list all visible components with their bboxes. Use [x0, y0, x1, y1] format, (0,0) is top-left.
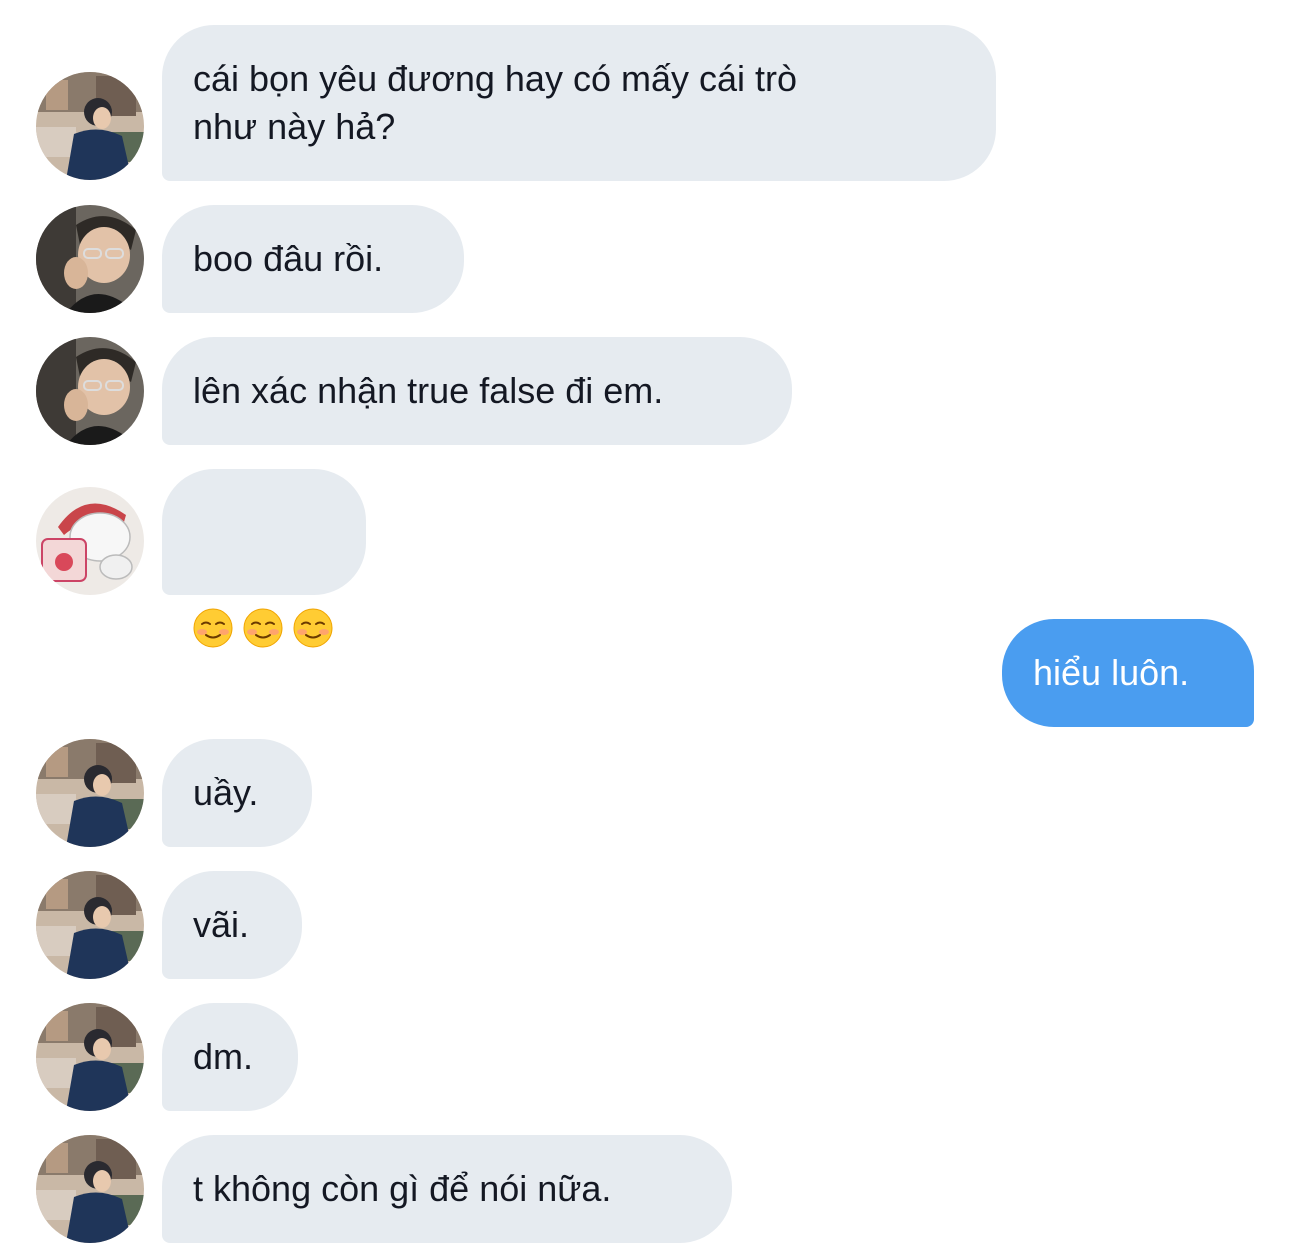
smiling-face-icon — [193, 608, 233, 648]
incoming-message-bubble[interactable]: vãi. — [162, 871, 302, 979]
incoming-message-bubble[interactable]: boo đâu rồi. — [162, 205, 464, 313]
avatar[interactable] — [36, 205, 144, 313]
avatar[interactable] — [36, 337, 144, 445]
incoming-message-bubble[interactable]: uầy. — [162, 739, 312, 847]
incoming-emoji-bubble[interactable] — [162, 469, 366, 648]
avatar[interactable] — [36, 871, 144, 979]
smiling-face-icon — [293, 608, 333, 648]
avatar[interactable] — [36, 739, 144, 847]
avatar[interactable] — [36, 1003, 144, 1111]
avatar[interactable] — [36, 1135, 144, 1243]
avatar[interactable] — [36, 487, 144, 595]
avatar[interactable] — [36, 72, 144, 180]
incoming-message-bubble[interactable]: lên xác nhận true false đi em. — [162, 337, 792, 445]
incoming-message-bubble[interactable]: dm. — [162, 1003, 298, 1111]
incoming-message-bubble[interactable]: t không còn gì để nói nữa. — [162, 1135, 732, 1243]
smiling-face-icon — [243, 608, 283, 648]
outgoing-message-bubble[interactable]: hiểu luôn. — [1002, 619, 1254, 727]
incoming-message-bubble[interactable]: cái bọn yêu đương hay có mấy cái trò như… — [162, 25, 996, 181]
